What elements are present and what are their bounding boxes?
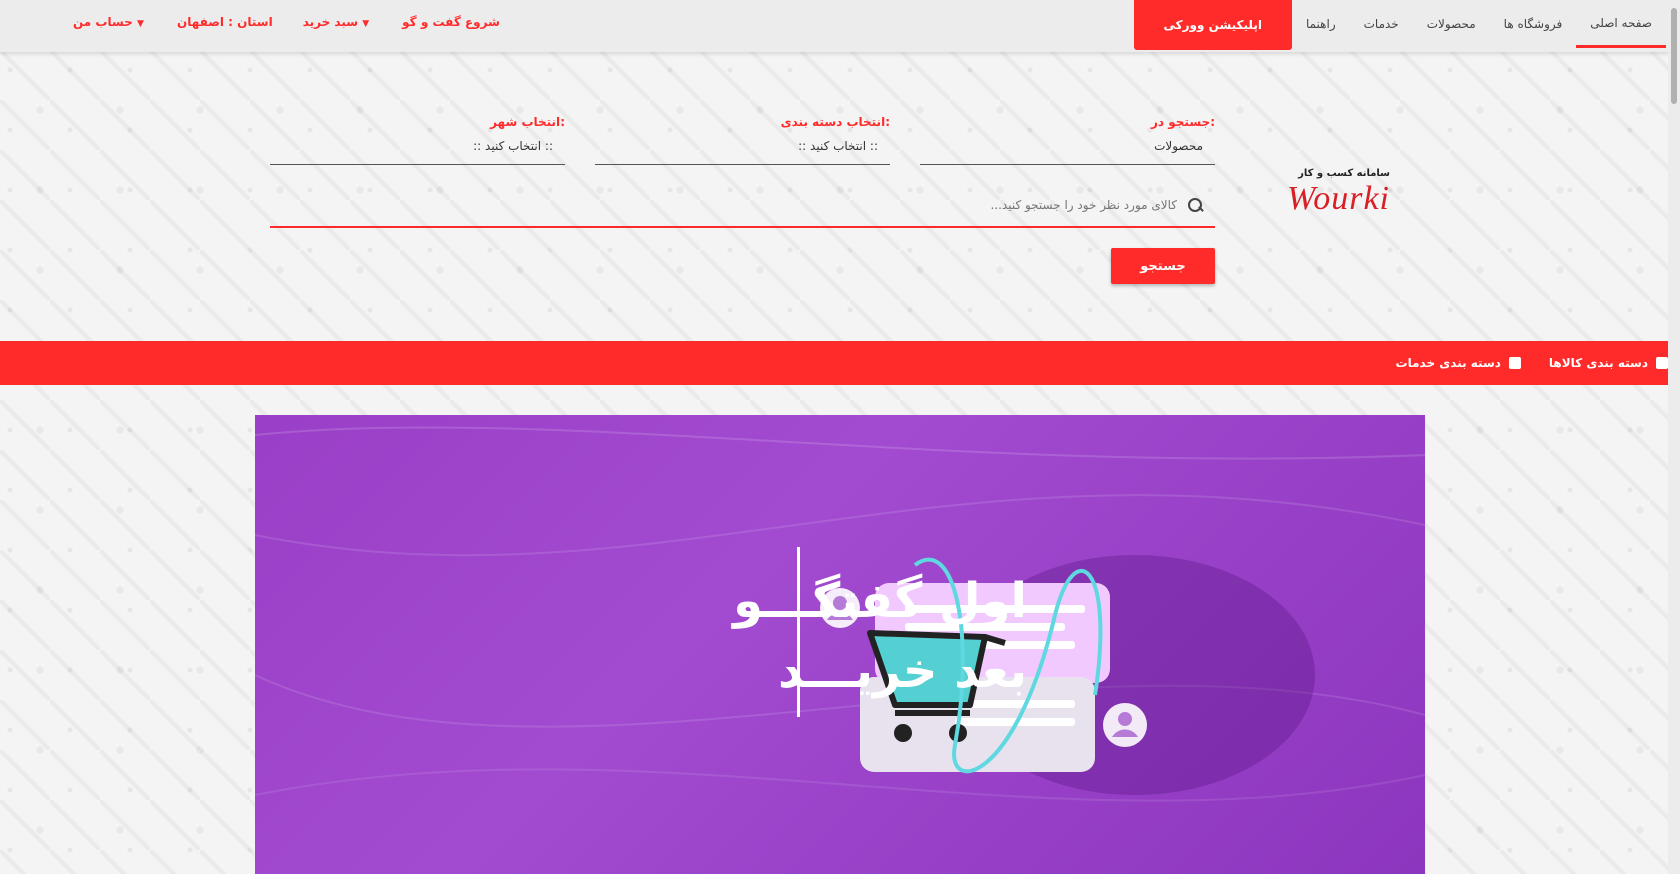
cart-dropdown[interactable]: سبد خرید ▼ <box>288 15 387 29</box>
search-in-select[interactable]: محصولات <box>920 139 1215 165</box>
bag-icon <box>1656 357 1668 369</box>
nav-item-services[interactable]: خدمات <box>1350 0 1413 48</box>
logo-subtitle: سامانه کسب و کار <box>1298 168 1390 179</box>
products-category-menu[interactable]: دسته بندی کالاها <box>1549 356 1668 370</box>
search-in-label: جستجو در: <box>1151 115 1215 129</box>
city-field: انتخاب شهر: :: انتخاب کنید :: <box>270 115 565 165</box>
city-select[interactable]: :: انتخاب کنید :: <box>270 139 565 165</box>
province-link[interactable]: استان : اصفهان <box>162 15 288 29</box>
nav-item-home[interactable]: صفحه اصلی <box>1576 0 1666 48</box>
account-label: حساب من <box>73 15 133 29</box>
cart-label: سبد خرید <box>302 15 359 29</box>
caret-down-icon: ▼ <box>362 19 370 29</box>
briefcase-icon <box>1508 357 1521 369</box>
nav-item-guide[interactable]: راهنما <box>1292 0 1350 48</box>
nav-item-products[interactable]: محصولات <box>1413 0 1490 48</box>
services-category-menu[interactable]: دسته بندی خدمات <box>1396 356 1521 370</box>
page-scrollbar[interactable] <box>1668 0 1680 874</box>
scrollbar-thumb[interactable] <box>1671 8 1677 104</box>
category-select[interactable]: :: انتخاب کنید :: <box>595 139 890 165</box>
banner-headline-1: اول گفتگـــو <box>733 573 1027 629</box>
start-chat-link[interactable]: شروع گفت و گو <box>387 15 515 29</box>
category-bar: دسته بندی کالاها دسته بندی خدمات <box>0 341 1680 385</box>
account-dropdown[interactable]: حساب من ▼ <box>58 15 162 29</box>
products-category-label: دسته بندی کالاها <box>1548 356 1648 370</box>
banner-headline-2: بعد خریـــد <box>778 643 1027 699</box>
logo-wordmark: Wourki <box>1287 180 1390 217</box>
search-button[interactable]: جستجو <box>1111 248 1215 284</box>
top-navbar: صفحه اصلی فروشگاه ها محصولات خدمات راهنم… <box>0 0 1680 52</box>
nav-item-stores[interactable]: فروشگاه ها <box>1490 0 1577 48</box>
caret-down-icon: ▼ <box>137 19 144 29</box>
site-logo[interactable]: سامانه کسب و کار Wourki <box>1265 168 1390 218</box>
promo-banner[interactable]: اول گفتگـــو بعد خریـــد <box>255 415 1425 874</box>
search-icon[interactable] <box>1187 197 1203 213</box>
main-nav: صفحه اصلی فروشگاه ها محصولات خدمات راهنم… <box>1124 0 1666 50</box>
category-label: انتخاب دسته بندی: <box>780 115 890 129</box>
services-category-label: دسته بندی خدمات <box>1395 356 1501 370</box>
search-input[interactable] <box>270 190 1177 220</box>
app-download-button[interactable]: اپلیکیشن وورکی <box>1133 0 1292 50</box>
search-section: سامانه کسب و کار Wourki جستجو در: محصولا… <box>0 52 1680 342</box>
category-field: انتخاب دسته بندی: :: انتخاب کنید :: <box>595 115 890 165</box>
city-label: انتخاب شهر: <box>490 115 565 129</box>
search-bar <box>270 184 1215 228</box>
user-nav: شروع گفت و گو سبد خرید ▼ استان : اصفهان … <box>58 0 515 44</box>
search-in-field: جستجو در: محصولات <box>920 115 1215 165</box>
